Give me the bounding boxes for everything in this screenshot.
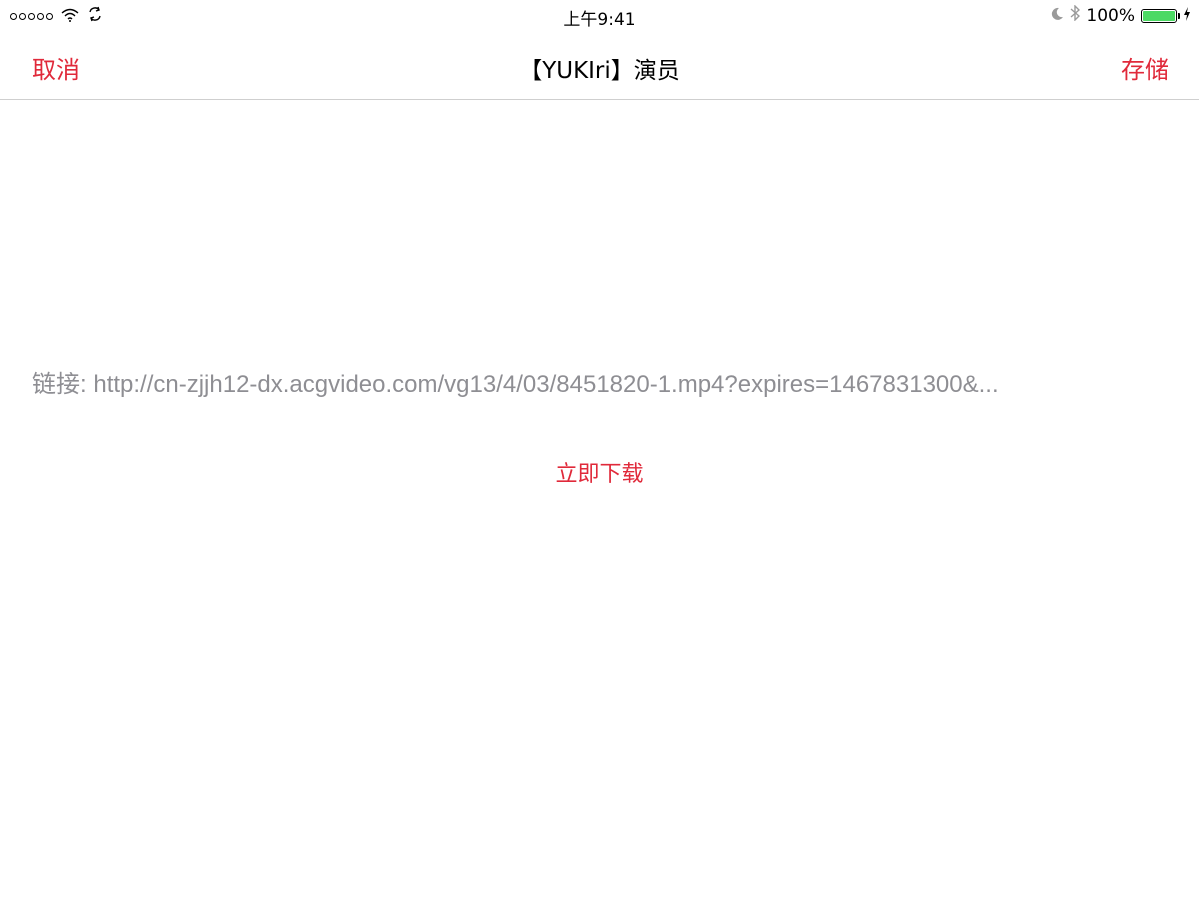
status-bar: 上午9:41 100%: [0, 0, 1199, 32]
download-now-button[interactable]: 立即下载: [0, 456, 1199, 488]
status-time: 上午9:41: [563, 10, 636, 30]
bluetooth-icon: [1070, 4, 1081, 26]
link-url: http://cn-zjjh12-dx.acgvideo.com/vg13/4/…: [93, 371, 999, 398]
charging-icon: [1183, 6, 1191, 26]
status-right: 100%: [1050, 4, 1191, 26]
battery-fill: [1143, 10, 1175, 21]
page-title: 【YUKIri】演员: [519, 58, 680, 84]
link-label: 链接:: [32, 371, 87, 398]
save-button[interactable]: 存储: [1121, 50, 1169, 85]
battery-percent: 100%: [1086, 5, 1135, 26]
moon-icon: [1050, 6, 1064, 26]
link-row: 链接: http://cn-zjjh12-dx.acgvideo.com/vg1…: [32, 364, 1167, 399]
navigation-bar: 取消 【YUKIri】演员 存储: [0, 32, 1199, 100]
battery-icon: [1141, 8, 1180, 23]
